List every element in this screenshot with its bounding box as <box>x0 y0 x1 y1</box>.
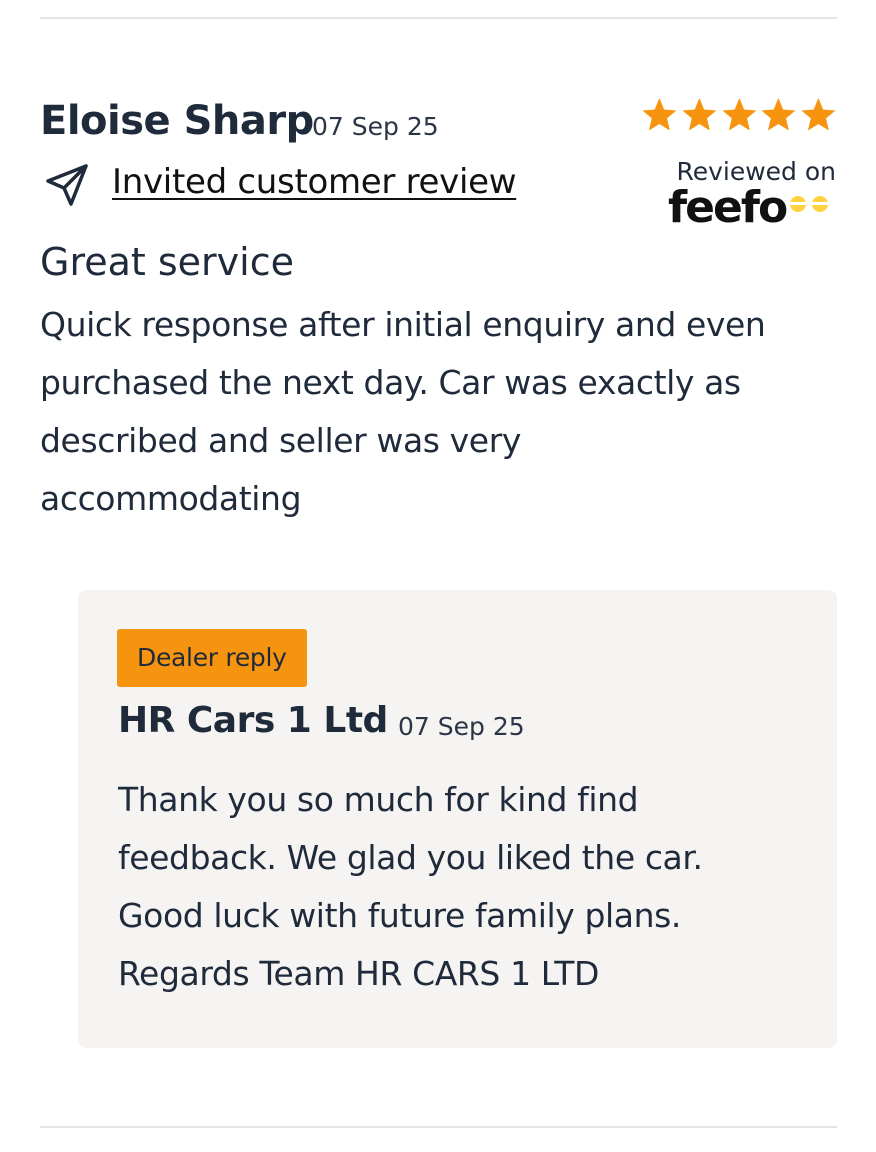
star-icon <box>761 98 796 131</box>
review-body: Quick response after initial enquiry and… <box>40 296 850 528</box>
star-rating <box>640 94 838 138</box>
feefo-wordmark: feefo <box>668 182 788 233</box>
review-body-line: Quick response after initial enquiry and… <box>40 305 766 344</box>
star-icon <box>682 98 717 131</box>
star-icon <box>801 98 836 131</box>
dealer-reply-badge: Dealer reply <box>117 629 307 687</box>
invited-customer-review-link[interactable]: Invited customer review <box>112 162 517 202</box>
top-divider <box>40 17 837 19</box>
review-date: 07 Sep 25 <box>312 112 439 141</box>
review-title: Great service <box>40 240 294 284</box>
reply-body: Thank you so much for kind find feedback… <box>118 771 818 1003</box>
dealer-name: HR Cars 1 Ltd <box>118 700 388 741</box>
feefo-eyes-icon <box>790 196 828 212</box>
reviewer-name: Eloise Sharp <box>40 98 314 144</box>
reply-body-line: Good luck with future family plans. <box>118 896 682 935</box>
review-body-line: accommodating <box>40 479 302 518</box>
reply-date: 07 Sep 25 <box>398 712 525 741</box>
feefo-logo: feefo <box>668 182 838 238</box>
star-icon <box>722 98 756 131</box>
reply-body-line: feedback. We glad you liked the car. <box>118 838 703 877</box>
review-body-line: purchased the next day. Car was exactly … <box>40 363 741 402</box>
reply-body-line: Regards Team HR CARS 1 LTD <box>118 954 599 993</box>
review-body-line: described and seller was very <box>40 421 521 460</box>
reply-body-line: Thank you so much for kind find <box>118 780 639 819</box>
bottom-divider <box>40 1126 837 1128</box>
dealer-reply-box: Dealer reply HR Cars 1 Ltd 07 Sep 25 Tha… <box>78 590 837 1048</box>
send-icon <box>46 164 88 206</box>
star-icon <box>642 98 677 131</box>
